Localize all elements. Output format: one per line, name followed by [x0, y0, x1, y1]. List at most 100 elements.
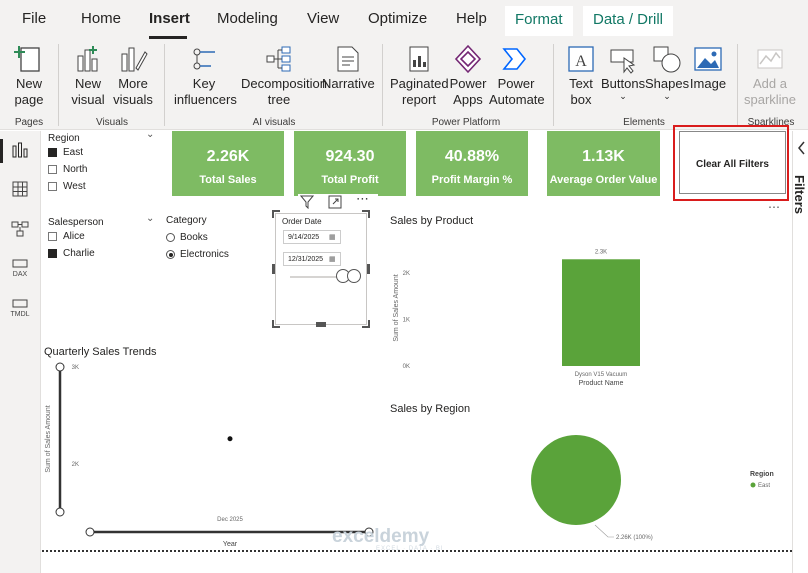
view-switcher-rail: DAX TMDL — [0, 131, 41, 573]
region-slicer-title: Region — [48, 133, 80, 144]
group-separator — [58, 44, 59, 126]
menu-file[interactable]: File — [22, 10, 46, 27]
narrative-label: Narrative — [322, 76, 375, 91]
new-visual-label: New visual — [71, 76, 105, 107]
sales-by-region-chart[interactable]: 2.26K (100%) Region East — [390, 415, 790, 555]
kpi-card-total-sales[interactable]: 2.26K Total Sales — [172, 131, 284, 196]
kpi-value: 924.30 — [325, 148, 375, 165]
new-visual-button[interactable]: New visual — [69, 44, 107, 108]
y-axis-title: Sum of Sales Amount — [393, 274, 400, 341]
kpi-label: Average Order Value — [549, 174, 658, 186]
menu-home[interactable]: Home — [81, 10, 121, 27]
new-page-icon — [14, 46, 40, 72]
y-tick-label: 3K — [72, 365, 79, 371]
x-tick-label: Dyson V15 Vacuum — [575, 372, 628, 378]
bar-data-label: 2.3K — [595, 249, 607, 255]
paginated-report-button[interactable]: Paginated report — [390, 44, 449, 108]
region-north-checkbox[interactable] — [48, 165, 57, 174]
new-page-label: New page — [14, 76, 44, 107]
kpi-value: 1.13K — [582, 148, 625, 165]
kpi-value: 2.26K — [206, 148, 250, 165]
quarterly-sales-trends-chart[interactable]: 3K 2K Sum of Sales Amount Dec 2025 Year — [42, 357, 382, 553]
key-influencers-icon — [193, 48, 215, 70]
more-visuals-button[interactable]: More visuals — [110, 44, 156, 108]
paginated-report-icon — [409, 46, 429, 72]
highlight-box — [673, 125, 789, 201]
power-apps-icon — [454, 44, 482, 74]
kpi-card-total-profit[interactable]: 924.30 Total Profit — [294, 131, 406, 196]
watermark-tagline: EXCEL · DATA · BI — [376, 546, 444, 552]
x-tick-label: Dec 2025 — [217, 517, 243, 523]
filters-pane-collapsed[interactable]: Filters — [792, 131, 808, 573]
menu-view[interactable]: View — [307, 10, 339, 27]
buttons-chevron-down-icon: ⌄ — [619, 91, 627, 101]
group-separator — [164, 44, 165, 126]
kpi-card-average-order-value[interactable]: 1.13K Average Order Value — [547, 131, 660, 196]
report-view-icon[interactable] — [9, 141, 31, 163]
model-view-icon[interactable] — [9, 220, 31, 242]
key-influencers-button[interactable]: Key influencers — [172, 44, 237, 108]
kpi-label: Total Sales — [199, 174, 257, 186]
buttons-button[interactable]: Buttons ⌄ — [601, 44, 645, 101]
expand-filters-icon[interactable] — [797, 141, 807, 155]
legend-marker — [750, 482, 756, 488]
category-books-radio[interactable] — [166, 233, 175, 242]
paginated-report-label: Paginated report — [390, 76, 449, 107]
menu-insert[interactable]: Insert — [149, 10, 190, 27]
focus-mode-icon[interactable] — [328, 195, 342, 209]
kpi-label: Total Profit — [321, 174, 379, 186]
category-books-label: Books — [180, 232, 208, 243]
image-label: Image — [689, 76, 727, 91]
narrative-icon — [337, 46, 359, 72]
region-chevron-down-icon[interactable]: ⌄ — [146, 131, 154, 140]
group-separator — [737, 44, 738, 126]
decomposition-tree-button[interactable]: Decomposition tree — [240, 44, 327, 108]
region-west-checkbox[interactable] — [48, 182, 57, 191]
sales-by-product-chart[interactable]: 0K 1K 2KSum of Sales Amount 2.3K Dyson V15 V… — [390, 227, 650, 387]
shapes-button[interactable]: Shapes ⌄ — [645, 44, 689, 101]
legend-label: East — [758, 483, 770, 489]
tab-format[interactable]: Format — [505, 6, 573, 36]
sales-by-region-title: Sales by Region — [390, 403, 471, 415]
text-box-button[interactable]: A Text box — [561, 44, 601, 108]
add-sparkline-label: Add a sparkline — [743, 76, 797, 107]
svg-text:A: A — [575, 53, 587, 70]
category-electronics-radio[interactable] — [166, 250, 175, 259]
tab-data-drill[interactable]: Data / Drill — [583, 6, 674, 36]
menu-bar: File Home Insert Modeling View Optimize … — [0, 0, 808, 40]
bar — [562, 259, 640, 366]
rail-active-indicator — [0, 139, 3, 163]
salesperson-alice-checkbox[interactable] — [48, 232, 57, 241]
more-options-icon[interactable]: ⋯ — [768, 200, 781, 214]
y-tick-label: 0K — [403, 364, 410, 370]
group-label-power-platform: Power Platform — [431, 117, 501, 128]
table-view-icon[interactable] — [9, 180, 31, 202]
power-apps-button[interactable]: Power Apps — [448, 44, 488, 108]
menu-help[interactable]: Help — [456, 10, 487, 27]
menu-modeling[interactable]: Modeling — [217, 10, 278, 27]
kpi-card-profit-margin[interactable]: 40.88% Profit Margin % — [416, 131, 528, 196]
dax-query-view-icon[interactable]: DAX — [9, 259, 31, 281]
menu-optimize[interactable]: Optimize — [368, 10, 427, 27]
filters-pane-label: Filters — [792, 175, 807, 215]
salesperson-charlie-checkbox[interactable] — [48, 249, 57, 258]
new-page-button[interactable]: New page — [8, 44, 50, 108]
filter-icon[interactable] — [300, 195, 314, 209]
region-east-checkbox[interactable] — [48, 148, 57, 157]
kpi-value: 40.88% — [444, 148, 500, 165]
add-sparkline-button[interactable]: Add a sparkline — [742, 44, 798, 108]
tmdl-view-icon[interactable]: TMDL — [9, 299, 31, 321]
more-options-icon[interactable]: ⋯ — [356, 191, 369, 207]
region-north-label: North — [63, 164, 88, 175]
image-button[interactable]: Image — [688, 44, 728, 92]
narrative-button[interactable]: Narrative — [322, 44, 375, 92]
salesperson-chevron-down-icon[interactable]: ⌄ — [146, 213, 154, 224]
data-label-leader — [594, 524, 614, 538]
y-tick-label: 1K — [403, 318, 410, 324]
x-axis-title: Year — [223, 541, 238, 548]
decomposition-tree-icon — [266, 46, 291, 72]
selection-frame — [272, 210, 370, 328]
salesperson-slicer-title: Salesperson — [48, 217, 104, 228]
category-electronics-label: Electronics — [180, 249, 229, 260]
power-automate-button[interactable]: Power Automate — [488, 44, 545, 108]
